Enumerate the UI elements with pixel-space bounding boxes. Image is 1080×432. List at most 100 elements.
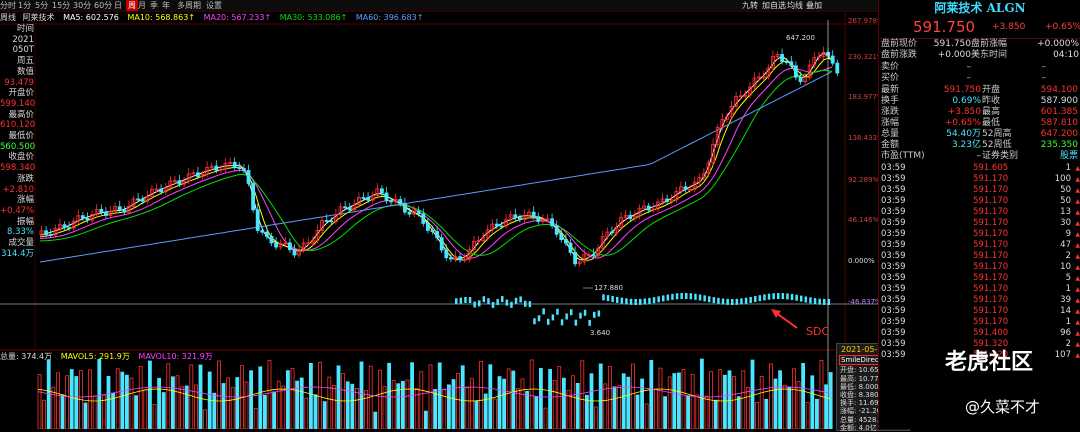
quote-row: 涨跌 +3.850 最高 601.385 (879, 107, 1080, 118)
volume-bar (308, 362, 313, 429)
candle-body (232, 161, 237, 168)
candle-body (564, 239, 568, 244)
candle-body (573, 251, 577, 265)
candle-body (85, 217, 90, 221)
overlay-candle (685, 293, 688, 300)
candle-body (665, 198, 669, 202)
candle-body (44, 230, 48, 235)
info-value: 8.33% (6, 227, 34, 238)
overlay-candle (712, 297, 716, 304)
volume-bar (304, 397, 309, 429)
volume-bar (442, 388, 447, 429)
candle-body (499, 225, 504, 228)
volume-bar (635, 394, 640, 429)
volume-bar (589, 373, 594, 429)
volume-bar (230, 387, 235, 429)
quote-price-row: 591.750 +3.850 +0.65% (879, 17, 1080, 39)
quote-value: 0.69% (952, 96, 981, 106)
candle-body (402, 203, 407, 213)
quote-value: 587.810 (1040, 118, 1078, 128)
candle-body (140, 198, 145, 202)
candle-body (430, 229, 435, 232)
candle-body (494, 223, 499, 227)
candle-body (444, 249, 449, 259)
candle-body (448, 257, 453, 260)
volume-bar (115, 368, 120, 429)
volume-bar (520, 378, 525, 429)
quote-value: 591.750 (933, 39, 971, 49)
overlay-candle (459, 297, 463, 304)
overlay-candle (657, 296, 660, 303)
volume-bar (690, 373, 695, 429)
overlay-candle (662, 295, 665, 302)
quote-value: – (976, 151, 982, 161)
overlay-candle (482, 296, 486, 303)
tick-volume: 100 (1054, 174, 1071, 184)
info-value: 598.340 (0, 163, 36, 174)
candle-body (780, 54, 784, 63)
overlay-candle (579, 312, 582, 319)
quote-label: 开盘 (982, 85, 1001, 95)
quote-label: 市盈(TTM) (881, 151, 925, 161)
watermark-brand: 老虎社区 (945, 350, 1034, 375)
candle-body (274, 242, 279, 248)
quote-label: 金额 (881, 140, 900, 150)
volume-bar (428, 364, 433, 429)
tick-time: 03:59 (881, 284, 906, 294)
info-label: 收盘价 (8, 152, 34, 163)
overlay-candle (556, 308, 559, 315)
overlay-candle (588, 319, 591, 326)
quote-row: 涨幅 +0.65% 最低 587.810 (879, 118, 1080, 129)
tick-row: 03:59 591.170 1 ▲ (879, 317, 1080, 328)
candle-body (784, 61, 789, 64)
overlay-candle (708, 296, 711, 303)
tick-arrow-icon: ▲ (1075, 165, 1080, 172)
tick-time: 03:59 (881, 174, 906, 184)
quote-value: 3.23亿 (951, 140, 981, 150)
overlay-candle (763, 294, 766, 301)
overlay-candle (606, 295, 610, 302)
tick-arrow-icon: ▲ (1075, 242, 1080, 249)
volume-bar (534, 396, 539, 429)
candle-body (292, 249, 297, 256)
quote-label: 证券类别 (982, 151, 1019, 161)
info-label: 成交量 (8, 238, 34, 249)
tick-row: 03:59 591.170 50 ▲ (879, 196, 1080, 207)
cursor-info-panel: 时间 2021 050T 周五 数值 93.479 开盘价 599.140 最高价 610.120… (0, 24, 36, 259)
quote-row: 盘前涨跌 +0.000 美东时间 04:10 (879, 50, 1080, 61)
quote-label: 美东时间 (971, 50, 1008, 60)
overlay-candle (813, 298, 817, 305)
volume-bar (608, 365, 612, 429)
volume-bar (746, 386, 750, 429)
overlay-candle (560, 319, 564, 326)
overlay-candle (795, 294, 798, 301)
kline-chart[interactable]: 647.200 127.880 3.640 (0, 0, 878, 429)
candle-body (122, 209, 127, 213)
volume-bar (74, 376, 79, 429)
tick-volume: 1 (1065, 284, 1071, 294)
volume-bar (750, 359, 755, 429)
candle-body (255, 209, 260, 231)
volume-bar (603, 383, 608, 429)
candle-body (550, 218, 554, 227)
tick-row: 03:59 591.170 50 ▲ (879, 185, 1080, 196)
overlay-candle (597, 310, 601, 317)
volume-bar (543, 407, 548, 429)
volume-bar (373, 411, 378, 429)
volume-bar (626, 376, 631, 429)
tick-time: 03:59 (881, 207, 906, 217)
candle-body (384, 192, 389, 202)
quote-label: 涨跌 (881, 107, 900, 117)
candle-body (177, 180, 182, 185)
volume-bar (368, 365, 373, 429)
tick-row: 03:59 591.170 9 ▲ (879, 229, 1080, 240)
overlay-candle (818, 298, 821, 305)
axis-label: 92.289% (848, 176, 880, 184)
tick-arrow-icon: ▲ (1075, 330, 1080, 337)
volume-bar (598, 363, 603, 429)
candle-body (568, 242, 573, 253)
overlay-candle (570, 309, 573, 316)
overlay-candle (537, 315, 541, 322)
overlay-candle (491, 301, 495, 308)
candle-body (62, 224, 67, 229)
